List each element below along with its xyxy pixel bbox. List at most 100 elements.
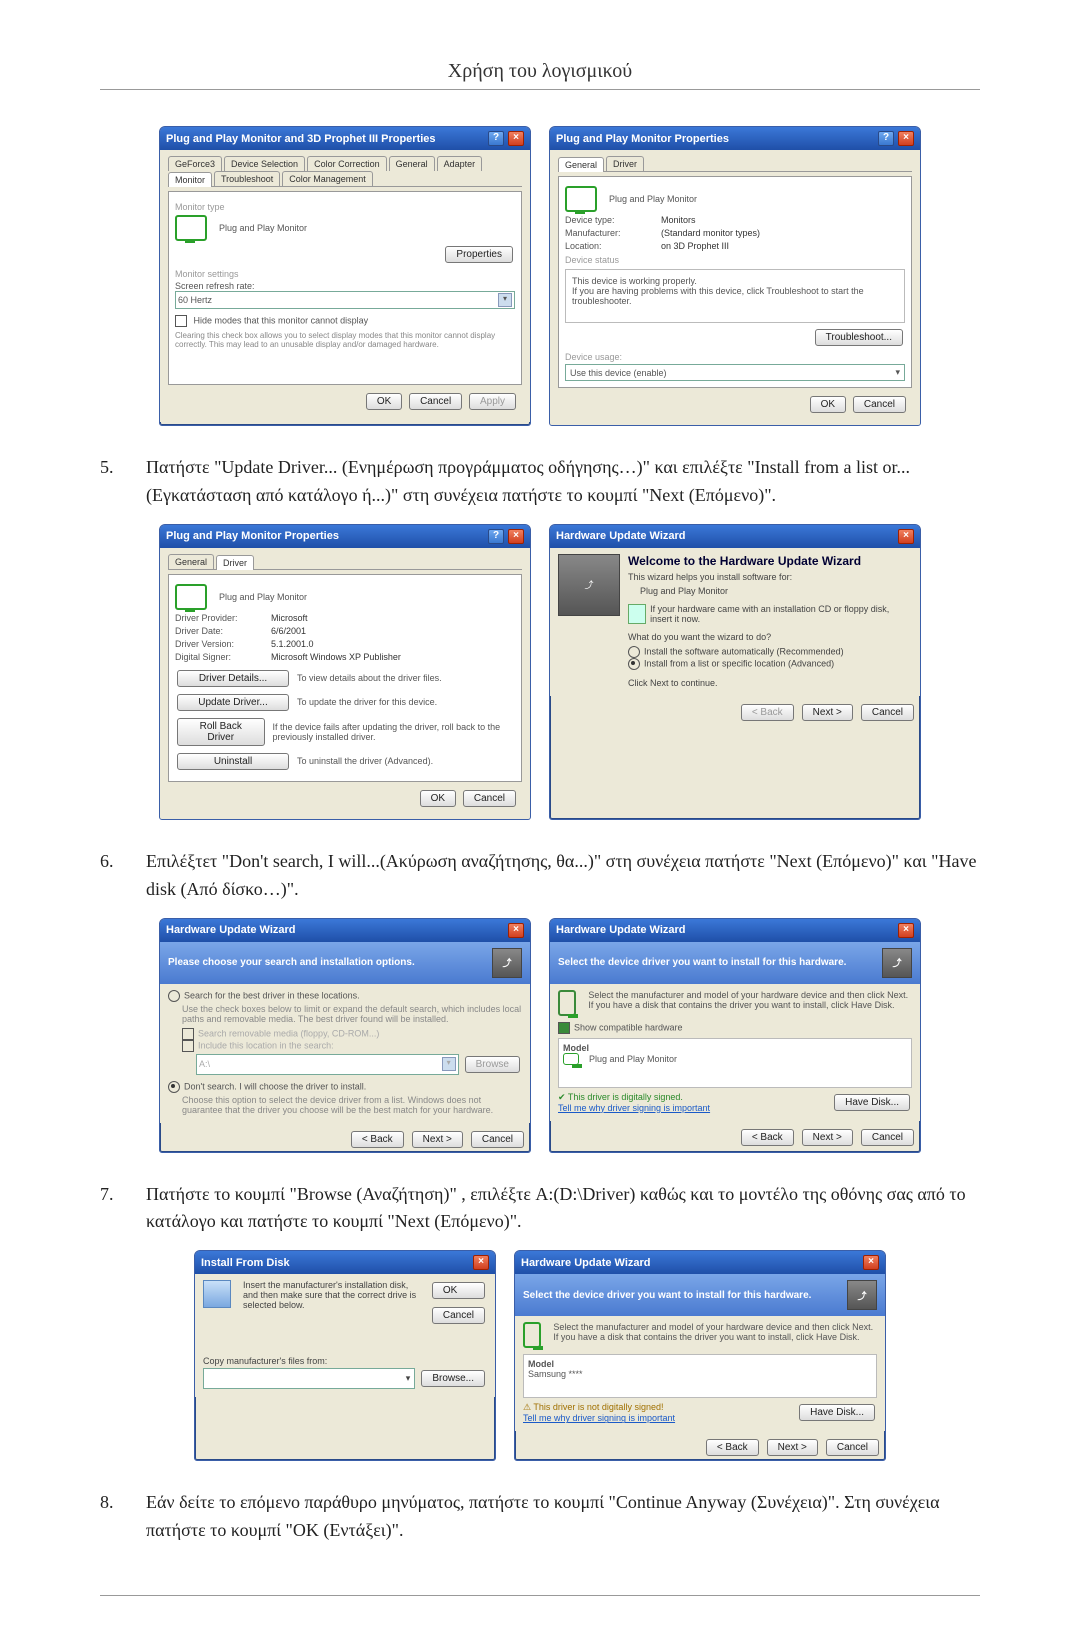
have-disk-button[interactable]: Have Disk... (799, 1404, 875, 1421)
step-8-number: 8. (100, 1489, 146, 1545)
step-7: 7. Πατήστε το κουμπί "Browse (Αναζήτηση)… (100, 1181, 980, 1237)
cancel-button[interactable]: Cancel (853, 396, 906, 413)
update-driver-button[interactable]: Update Driver... (177, 694, 289, 711)
step-5-number: 5. (100, 454, 146, 510)
copy-from-combo[interactable]: ▾ (203, 1368, 415, 1389)
help-icon[interactable]: ? (488, 131, 504, 146)
wizard-icon: ⤴ (492, 948, 522, 978)
next-button[interactable]: Next > (802, 1129, 853, 1146)
tab-general[interactable]: General (389, 156, 435, 171)
ok-button[interactable]: OK (432, 1282, 485, 1299)
back-button[interactable]: < Back (706, 1439, 759, 1456)
chk-include-loc-label: Include this location in the search: (198, 1040, 334, 1050)
cancel-button[interactable]: Cancel (861, 704, 914, 721)
chevron-down-icon[interactable]: ▾ (498, 293, 512, 307)
chevron-down-icon[interactable]: ▾ (442, 1057, 456, 1071)
drv-signer-value: Microsoft Windows XP Publisher (271, 652, 515, 662)
model-header: Model (528, 1359, 872, 1369)
cancel-button[interactable]: Cancel (471, 1131, 524, 1148)
tab-monitor[interactable]: Monitor (168, 172, 212, 187)
wizard-question: What do you want the wizard to do? (628, 632, 912, 642)
have-disk-button[interactable]: Have Disk... (834, 1094, 910, 1111)
device-status-panel: This device is working properly. If you … (565, 269, 905, 323)
wizard-head: Select the device driver you want to ins… (523, 1290, 811, 1301)
model-value[interactable]: Samsung **** (528, 1369, 872, 1379)
tab-geforce3[interactable]: GeForce3 (168, 156, 222, 171)
wizard-continue-hint: Click Next to continue. (628, 678, 912, 688)
next-button[interactable]: Next > (767, 1439, 818, 1456)
hide-modes-checkbox[interactable] (175, 315, 187, 327)
display-properties-dialog: Plug and Play Monitor and 3D Prophet III… (159, 126, 531, 426)
ok-button[interactable]: OK (810, 396, 846, 413)
next-button[interactable]: Next > (802, 704, 853, 721)
cancel-button[interactable]: Cancel (409, 393, 462, 410)
tab-color-correction[interactable]: Color Correction (307, 156, 387, 171)
tab-row: GeForce3 Device Selection Color Correcti… (168, 156, 522, 187)
browse-button[interactable]: Browse (465, 1056, 520, 1073)
rollback-driver-button[interactable]: Roll Back Driver (177, 718, 265, 746)
tab-general[interactable]: General (558, 157, 604, 172)
why-signing-link[interactable]: Tell me why driver signing is important (523, 1413, 675, 1423)
dev-type-value: Monitors (661, 215, 905, 225)
uninstall-desc: To uninstall the driver (Advanced). (297, 756, 433, 766)
tab-adapter[interactable]: Adapter (437, 156, 483, 171)
status-line-1: This device is working properly. (572, 276, 898, 286)
browse-button[interactable]: Browse... (421, 1370, 485, 1387)
device-usage-combo[interactable]: Use this device (enable) ▾ (565, 364, 905, 381)
back-button[interactable]: < Back (741, 704, 794, 721)
close-icon[interactable]: × (508, 923, 524, 938)
refresh-combo[interactable]: 60 Hertz ▾ (175, 291, 515, 309)
close-icon[interactable]: × (898, 529, 914, 544)
tab-driver[interactable]: Driver (216, 555, 254, 570)
chk-removable[interactable] (182, 1028, 194, 1040)
tab-device-selection[interactable]: Device Selection (224, 156, 305, 171)
back-button[interactable]: < Back (351, 1131, 404, 1148)
tab-troubleshoot[interactable]: Troubleshoot (214, 171, 280, 186)
cancel-button[interactable]: Cancel (463, 790, 516, 807)
driver-details-button[interactable]: Driver Details... (177, 670, 289, 687)
tab-color-management[interactable]: Color Management (282, 171, 373, 186)
install-disk-msg: Insert the manufacturer's installation d… (243, 1280, 424, 1310)
help-icon[interactable]: ? (878, 131, 894, 146)
uninstall-button[interactable]: Uninstall (177, 753, 289, 770)
close-icon[interactable]: × (473, 1255, 489, 1270)
properties-button[interactable]: Properties (445, 246, 513, 263)
radio-auto[interactable] (628, 646, 640, 658)
tab-general[interactable]: General (168, 554, 214, 569)
ok-button[interactable]: OK (420, 790, 456, 807)
wizard-cd-hint: If your hardware came with an installati… (650, 604, 912, 624)
chk-include-loc[interactable] (182, 1040, 194, 1052)
tab-driver[interactable]: Driver (606, 156, 644, 171)
chevron-down-icon[interactable]: ▾ (406, 1373, 411, 1384)
location-combo[interactable]: A:\▾ (196, 1054, 459, 1075)
monitor-icon (565, 186, 597, 212)
status-line-2: If you are having problems with this dev… (572, 286, 898, 306)
radio-list[interactable] (628, 658, 640, 670)
model-value[interactable]: Plug and Play Monitor (589, 1054, 677, 1064)
cancel-button[interactable]: Cancel (826, 1439, 879, 1456)
back-button[interactable]: < Back (741, 1129, 794, 1146)
next-button[interactable]: Next > (412, 1131, 463, 1148)
close-icon[interactable]: × (863, 1255, 879, 1270)
radio-dont-search[interactable] (168, 1081, 180, 1093)
ok-button[interactable]: OK (366, 393, 402, 410)
help-icon[interactable]: ? (488, 529, 504, 544)
drv-date-label: Driver Date: (175, 626, 265, 636)
wizard-sub: This wizard helps you install software f… (628, 572, 912, 582)
close-icon[interactable]: × (508, 529, 524, 544)
chk-compatible[interactable] (558, 1022, 570, 1034)
close-icon[interactable]: × (508, 131, 524, 146)
cancel-button[interactable]: Cancel (432, 1307, 485, 1324)
close-icon[interactable]: × (898, 131, 914, 146)
rollback-driver-desc: If the device fails after updating the d… (273, 722, 516, 742)
figure-row-step5: Plug and Play Monitor Properties ? × Gen… (100, 524, 980, 820)
troubleshoot-button[interactable]: Troubleshoot... (815, 329, 903, 346)
monitor-icon (175, 215, 207, 241)
close-icon[interactable]: × (898, 923, 914, 938)
why-signing-link[interactable]: Tell me why driver signing is important (558, 1103, 710, 1113)
apply-button[interactable]: Apply (469, 393, 516, 410)
chevron-down-icon[interactable]: ▾ (895, 367, 900, 378)
cancel-button[interactable]: Cancel (861, 1129, 914, 1146)
titlebar-text: Plug and Play Monitor Properties (556, 133, 729, 145)
radio-search[interactable] (168, 990, 180, 1002)
